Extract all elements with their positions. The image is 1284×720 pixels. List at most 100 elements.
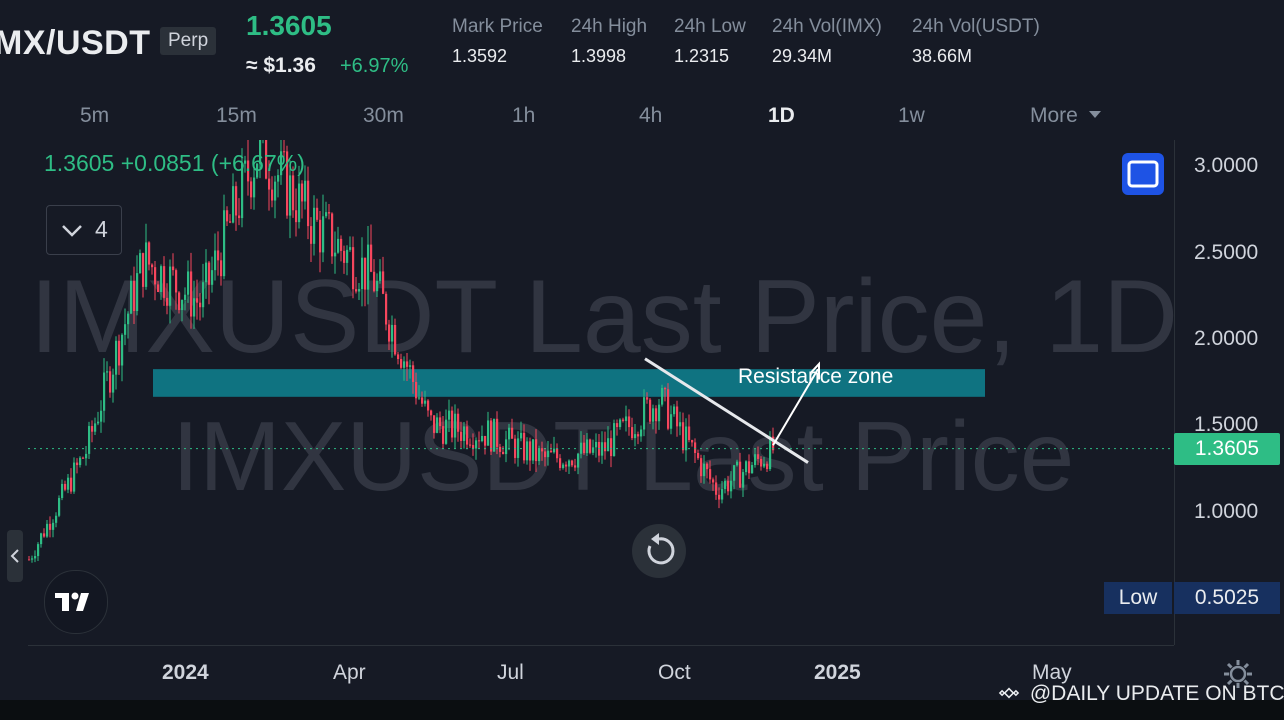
candle-body (703, 463, 706, 477)
candle-body (418, 397, 421, 399)
candle-body (427, 400, 430, 411)
candle-body (730, 480, 733, 492)
candle-body (511, 427, 514, 439)
candle-body (451, 410, 454, 438)
candle-body (685, 426, 688, 451)
candle-body (172, 266, 175, 271)
resistance-zone-label: Resistance zone (738, 365, 894, 388)
candle-body (604, 442, 607, 452)
candle-body (670, 414, 673, 429)
y-tick: 3.0000 (1194, 154, 1259, 177)
candle-body (175, 270, 178, 293)
candle-body (304, 180, 307, 202)
candle-body (253, 177, 256, 198)
candle-body (166, 297, 169, 306)
candle-body (220, 260, 223, 277)
candle-body (367, 244, 370, 290)
stat-mark-price: Mark Price 1.3592 (452, 16, 543, 67)
candle-body (298, 183, 301, 223)
tab-1d[interactable]: 1D (768, 104, 795, 128)
candle-body (718, 494, 721, 500)
stat-label: 24h Vol(IMX) (772, 16, 882, 37)
collapse-left-button[interactable] (7, 530, 23, 582)
candle-body (436, 417, 439, 433)
candle-body (403, 361, 406, 368)
ticker-header: MX/USDT Perp 1.3605 ≈ $1.36 +6.97% Mark … (0, 0, 1284, 90)
candle-body (409, 365, 412, 367)
stat-24h-vol-usdt: 24h Vol(USDT) 38.66M (912, 16, 1040, 67)
tab-more[interactable]: More (1030, 104, 1102, 128)
candle-body (76, 462, 79, 466)
candle-body (274, 181, 277, 201)
candle-body (628, 416, 631, 428)
candle-body (466, 426, 469, 445)
candle-body (412, 365, 415, 382)
tab-30m[interactable]: 30m (363, 104, 404, 128)
candle-body (481, 435, 484, 442)
candle-body (478, 440, 481, 442)
candle-body (637, 434, 640, 437)
candle-body (148, 242, 151, 265)
candle-body (493, 418, 496, 452)
candle-body (529, 441, 532, 461)
candle-body (538, 448, 541, 462)
candle-body (700, 458, 703, 477)
candle-body (709, 469, 712, 480)
reset-chart-button[interactable] (632, 524, 686, 578)
candle-body (361, 257, 364, 290)
x-tick: 2025 (814, 661, 861, 684)
tab-1w[interactable]: 1w (898, 104, 925, 128)
candle-body (97, 421, 100, 424)
candle-body (289, 175, 292, 216)
indicator-count: 4 (95, 216, 108, 242)
candle-body (127, 313, 130, 325)
candle-body (460, 431, 463, 441)
candle-body (376, 280, 379, 292)
candle-body (508, 427, 511, 440)
candle-body (706, 463, 709, 470)
tab-15m[interactable]: 15m (216, 104, 257, 128)
rotate-icon (647, 533, 675, 565)
candle-body (214, 250, 217, 271)
candle-body (589, 439, 592, 453)
candle-body (307, 180, 310, 227)
y-tick: 2.0000 (1194, 327, 1259, 350)
chevron-down-icon (62, 225, 82, 237)
candle-body (652, 408, 655, 422)
stat-label: 24h High (571, 16, 648, 37)
candle-body (40, 533, 43, 545)
candle-body (34, 556, 37, 559)
candle-body (142, 253, 145, 287)
candle-body (619, 419, 622, 428)
candle-body (235, 186, 238, 216)
candle-body (712, 479, 715, 483)
candle-body (550, 450, 553, 453)
candle-body (574, 465, 577, 468)
candle-body (91, 426, 94, 432)
candle-body (724, 480, 727, 490)
candle-body (202, 282, 205, 308)
candle-body (271, 189, 274, 201)
fullscreen-button[interactable] (1122, 153, 1164, 195)
tradingview-icon (55, 592, 89, 611)
candle-body (28, 559, 31, 561)
candle-body (625, 416, 628, 421)
candle-body (487, 420, 490, 446)
indicator-toggle-button[interactable]: 4 (46, 205, 122, 255)
candle-body (343, 250, 346, 263)
pair-symbol[interactable]: MX/USDT (0, 24, 151, 63)
tab-1h[interactable]: 1h (512, 104, 535, 128)
candle-body (421, 397, 424, 404)
candle-body (568, 460, 571, 467)
candle-body (181, 299, 184, 311)
candle-body (340, 238, 343, 251)
tradingview-logo[interactable] (44, 570, 108, 634)
candlestick-chart[interactable] (28, 140, 1174, 645)
tab-4h[interactable]: 4h (639, 104, 662, 128)
price-axis[interactable] (1174, 140, 1284, 645)
tab-5m[interactable]: 5m (80, 104, 109, 128)
candle-body (520, 432, 523, 439)
binance-icon (998, 687, 1020, 699)
candle-body (475, 440, 478, 449)
candle-body (250, 181, 253, 198)
